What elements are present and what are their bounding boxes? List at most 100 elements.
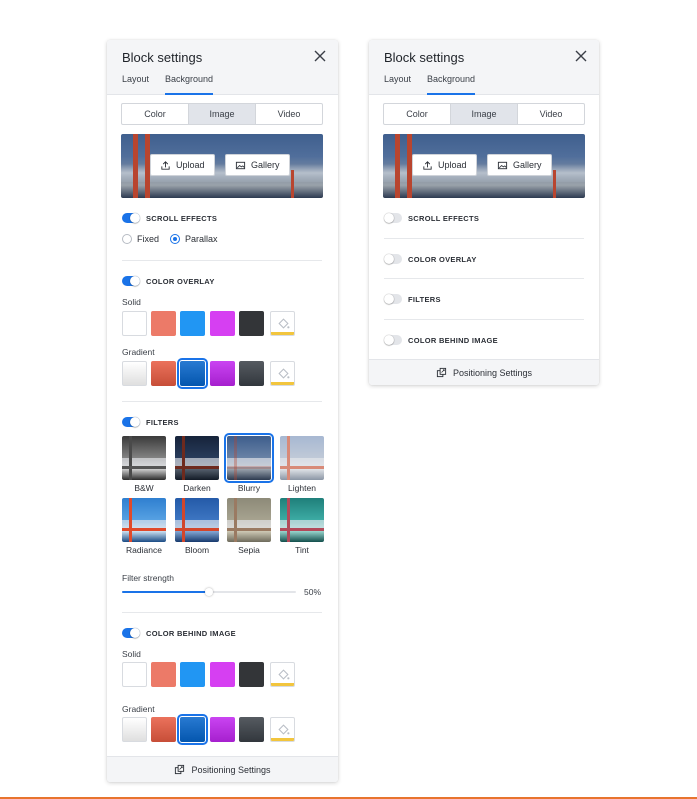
paint-bucket-icon [278,318,290,329]
panel-title: Block settings [122,50,203,65]
gradient-color-swatch[interactable] [177,714,208,745]
media-tab-video[interactable]: Video [256,104,322,124]
gradient-label: Gradient [122,347,155,357]
media-tab-image[interactable]: Image [451,104,518,124]
filter-thumbnail-lighten[interactable] [280,436,324,480]
filter-name-label: Lighten [288,483,316,493]
thumb-tower [287,436,290,480]
color-overlay-label: COLOR OVERLAY [146,277,215,286]
paint-bucket-icon [278,724,290,735]
upload-button[interactable]: Upload [150,154,215,176]
media-tab-color[interactable]: Color [384,104,451,124]
gallery-button[interactable]: Gallery [225,154,290,176]
gallery-icon [235,161,246,169]
color-behind-image-toggle[interactable] [384,335,402,345]
filter-name-label: Sepia [238,545,260,555]
tab-layout[interactable]: Layout [384,73,411,95]
custom-color-button[interactable] [270,717,295,742]
tab-background[interactable]: Background [427,73,476,95]
scroll-option-fixed[interactable]: Fixed [122,234,159,244]
filter-name-label: Blurry [237,483,261,493]
gradient-color-swatch[interactable] [239,717,264,742]
media-tab-image[interactable]: Image [189,104,256,124]
toggle-knob [130,213,140,223]
solid-color-swatch[interactable] [180,662,205,687]
filters-toggle[interactable] [384,294,402,304]
solid-color-swatch[interactable] [122,311,147,336]
filter-name-label: B&W [134,483,154,493]
custom-color-button[interactable] [270,311,295,336]
gradient-color-swatch[interactable] [210,717,235,742]
filter-thumbnail-darken[interactable] [175,436,219,480]
positioning-settings-button[interactable]: Positioning Settings [369,359,599,385]
positioning-settings-label: Positioning Settings [452,367,533,378]
scroll-effects-toggle[interactable] [384,213,402,223]
color-behind-image-toggle[interactable] [122,628,140,638]
gallery-button[interactable]: Gallery [487,154,552,176]
thumb-tower [129,498,132,542]
gradient-color-swatch[interactable] [122,361,147,386]
positioning-settings-button[interactable]: Positioning Settings [107,756,338,782]
block-settings-panel-expanded: Block settings Layout Background Color I… [107,40,338,782]
color-overlay-label: COLOR OVERLAY [408,255,477,264]
fixed-radio[interactable] [122,234,132,244]
media-tab-color[interactable]: Color [122,104,189,124]
color-overlay-toggle[interactable] [122,276,140,286]
background-image-preview: Upload Gallery [383,134,585,198]
panel-title: Block settings [384,50,465,65]
thumb-deck [175,466,219,469]
filter-thumbnail-bw[interactable] [122,436,166,480]
filter-thumbnail-tint[interactable] [280,498,324,542]
solid-color-swatch[interactable] [239,311,264,336]
solid-color-swatch[interactable] [239,662,264,687]
solid-color-swatch[interactable] [122,662,147,687]
thumb-deck [280,466,324,469]
thumb-deck [280,528,324,531]
scroll-option-parallax[interactable]: Parallax [170,234,218,244]
filters-label: FILTERS [408,295,441,304]
bridge-tower [553,170,556,198]
positioning-icon [175,764,185,775]
filter-strength-slider[interactable] [122,588,296,596]
scroll-effects-toggle[interactable] [122,213,140,223]
filter-thumbnail-sepia[interactable] [227,498,271,542]
close-icon[interactable] [312,48,328,64]
slider-handle[interactable] [205,588,213,596]
solid-color-swatch[interactable] [151,662,176,687]
filter-thumbnail-radiance[interactable] [122,498,166,542]
filter-strength-label: Filter strength [122,573,174,583]
gallery-label: Gallery [513,160,542,170]
filter-thumbnail-bloom[interactable] [175,498,219,542]
toggle-knob [130,628,140,638]
tab-layout[interactable]: Layout [122,73,149,95]
background-image-preview: Upload Gallery [121,134,323,198]
solid-color-swatch[interactable] [151,311,176,336]
upload-button[interactable]: Upload [412,154,477,176]
custom-color-button[interactable] [270,662,295,687]
tab-background[interactable]: Background [165,73,214,95]
gradient-color-swatch[interactable] [210,361,235,386]
gallery-label: Gallery [251,160,280,170]
panel-header: Block settings Layout Background [107,40,338,95]
solid-color-swatch[interactable] [210,311,235,336]
gradient-color-swatch[interactable] [239,361,264,386]
gradient-color-swatch[interactable] [122,717,147,742]
close-icon[interactable] [573,48,589,64]
solid-color-swatch[interactable] [180,311,205,336]
media-type-segmented-control: Color Image Video [121,103,323,125]
parallax-radio[interactable] [170,234,180,244]
gradient-color-swatch[interactable] [151,361,176,386]
filters-toggle[interactable] [122,417,140,427]
color-overlay-toggle[interactable] [384,254,402,264]
media-tab-video[interactable]: Video [518,104,584,124]
gradient-color-swatch[interactable] [177,358,208,389]
gradient-color-swatch[interactable] [151,717,176,742]
solid-color-swatch[interactable] [210,662,235,687]
toggle-knob [384,213,394,223]
parallax-radio-label: Parallax [185,234,218,244]
custom-color-button[interactable] [270,361,295,386]
filter-thumbnail-blurry[interactable] [224,433,274,483]
divider [384,278,584,279]
thumb-deck [122,528,166,531]
paint-bucket-icon [278,669,290,680]
